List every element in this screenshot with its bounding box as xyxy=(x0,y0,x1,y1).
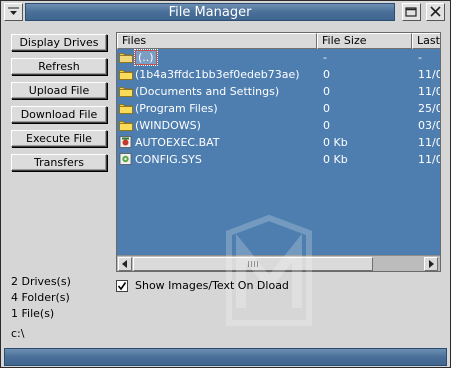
window-title: File Manager xyxy=(168,5,252,20)
file-list[interactable]: Files File Size Last (..) - - (1b4a3ffdc1bb… xyxy=(116,32,441,272)
file-name: CONFIG.SYS xyxy=(135,153,202,166)
scrollbar-thumb[interactable] xyxy=(133,257,373,271)
file-row[interactable]: (WINDOWS) 0 03/0 xyxy=(117,118,440,134)
folder-up-icon xyxy=(119,51,133,63)
file-name: (Documents and Settings) xyxy=(135,85,280,98)
execute-file-button[interactable]: Execute File xyxy=(11,130,107,147)
close-button[interactable] xyxy=(426,3,445,21)
files-count: 1 File(s) xyxy=(11,307,55,320)
maximize-button[interactable] xyxy=(402,3,421,21)
transfers-button[interactable]: Transfers xyxy=(11,154,107,171)
file-last-modified: 11/0 xyxy=(418,136,441,149)
file-name: (WINDOWS) xyxy=(135,119,201,132)
upload-file-button[interactable]: Upload File xyxy=(11,82,107,99)
file-last-modified: 11/0 xyxy=(418,153,441,166)
file-size: 0 Kb xyxy=(323,153,348,166)
folder-icon xyxy=(119,119,133,131)
show-images-label: Show Images/Text On Dload xyxy=(135,279,289,292)
scroll-left-button[interactable] xyxy=(118,257,132,271)
file-last-modified: 03/0 xyxy=(418,119,441,132)
file-size: - xyxy=(323,51,327,64)
arrow-right-icon xyxy=(429,260,434,268)
file-name: AUTOEXEC.BAT xyxy=(135,136,220,149)
show-images-checkbox[interactable] xyxy=(116,280,128,292)
download-file-button[interactable]: Download File xyxy=(11,106,107,123)
system-file-icon xyxy=(119,153,133,165)
file-last-modified: - xyxy=(418,51,422,64)
file-size: 0 Kb xyxy=(323,136,348,149)
window-menu-icon xyxy=(8,7,19,15)
file-size: 0 xyxy=(323,119,330,132)
scroll-right-button[interactable] xyxy=(424,257,438,271)
folder-icon xyxy=(119,85,133,97)
file-row[interactable]: (Program Files) 0 25/0 xyxy=(117,101,440,117)
file-row[interactable]: (..) - - xyxy=(117,49,440,66)
grip-icon xyxy=(248,261,258,267)
status-bar xyxy=(4,348,447,366)
window-menu-button[interactable] xyxy=(4,3,23,21)
maximize-icon xyxy=(405,7,417,17)
actions-panel: Display Drives Refresh Upload File Downl… xyxy=(1,23,111,341)
file-name: (..) xyxy=(134,49,158,66)
folders-count: 4 Folder(s) xyxy=(11,291,70,304)
column-header-file-size[interactable]: File Size xyxy=(317,33,412,49)
file-last-modified: 11/0 xyxy=(418,85,441,98)
file-name: (1b4a3ffdc1bb3ef0edeb73ae) xyxy=(135,68,300,81)
folder-icon xyxy=(119,102,133,114)
refresh-button[interactable]: Refresh xyxy=(11,58,107,75)
file-size: 0 xyxy=(323,102,330,115)
file-row[interactable]: (1b4a3ffdc1bb3ef0edeb73ae) 0 11/0 xyxy=(117,67,440,83)
title-bar[interactable]: File Manager xyxy=(1,1,450,23)
column-header-last[interactable]: Last xyxy=(412,33,440,49)
file-size: 0 xyxy=(323,68,330,81)
file-name: (Program Files) xyxy=(135,102,218,115)
horizontal-scrollbar[interactable] xyxy=(117,255,440,271)
close-icon xyxy=(430,6,441,17)
file-manager-window: File Manager Display Drives Refresh Uplo… xyxy=(0,0,451,368)
display-drives-button[interactable]: Display Drives xyxy=(11,34,107,51)
file-size: 0 xyxy=(323,85,330,98)
title-area[interactable]: File Manager xyxy=(25,3,395,21)
current-path: c:\ xyxy=(11,327,25,340)
folder-icon xyxy=(119,68,133,80)
arrow-left-icon xyxy=(122,260,127,268)
file-last-modified: 11/0 xyxy=(418,68,441,81)
checkmark-icon xyxy=(117,282,127,291)
drives-count: 2 Drives(s) xyxy=(11,275,71,288)
file-last-modified: 25/0 xyxy=(418,102,441,115)
file-row[interactable]: (Documents and Settings) 0 11/0 xyxy=(117,84,440,100)
file-row[interactable]: AUTOEXEC.BAT 0 Kb 11/0 xyxy=(117,135,440,151)
batch-file-icon xyxy=(119,136,133,148)
column-header-files[interactable]: Files xyxy=(117,33,317,49)
file-row[interactable]: CONFIG.SYS 0 Kb 11/0 xyxy=(117,152,440,168)
